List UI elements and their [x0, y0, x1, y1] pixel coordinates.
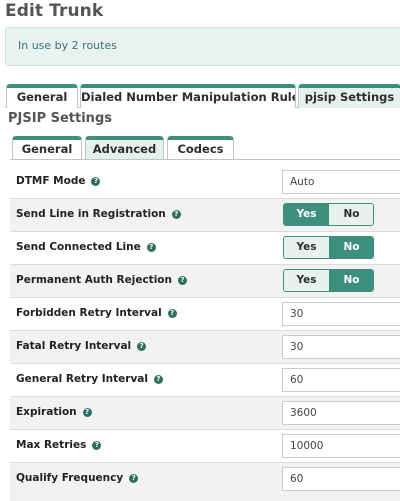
subtab-advanced[interactable]: Advanced [85, 136, 164, 159]
help-icon[interactable]: ? [171, 210, 181, 219]
setting-label: Qualify Frequency? [16, 472, 139, 484]
help-icon[interactable]: ? [92, 441, 102, 450]
expiration-input[interactable]: 3600 [282, 401, 400, 425]
usage-notice: In use by 2 routes [5, 27, 400, 66]
send-connected-line-toggle: Yes No [283, 236, 374, 259]
setting-row-permanent-auth-rejection: Permanent Auth Rejection? Yes No [10, 265, 400, 298]
no-option[interactable]: No [329, 270, 373, 291]
setting-row-send-line-in-registration: Send Line in Registration? Yes No [10, 199, 400, 232]
subtab-codecs[interactable]: Codecs [167, 136, 234, 159]
inner-tabs-divider [10, 159, 400, 160]
help-icon[interactable]: ? [82, 408, 92, 417]
setting-label: Send Connected Line? [16, 241, 156, 253]
general-retry-interval-input[interactable]: 60 [282, 368, 400, 392]
yes-option[interactable]: Yes [284, 270, 330, 291]
tab-dialed-number-manipulation-rules[interactable]: Dialed Number Manipulation Rules [80, 84, 296, 108]
setting-label: Forbidden Retry Interval? [16, 307, 177, 319]
no-option[interactable]: No [329, 237, 373, 258]
setting-label: Fatal Retry Interval? [16, 340, 147, 352]
help-icon[interactable]: ? [146, 243, 156, 252]
setting-label: Max Retries? [16, 439, 102, 451]
setting-row-forbidden-retry-interval: Forbidden Retry Interval? 30 [10, 298, 400, 331]
help-icon[interactable]: ? [167, 309, 177, 318]
setting-label: Permanent Auth Rejection? [16, 274, 187, 286]
fatal-retry-interval-input[interactable]: 30 [282, 335, 400, 359]
setting-label: Expiration? [16, 406, 92, 418]
section-heading: PJSIP Settings [8, 111, 112, 126]
setting-row-qualify-frequency: Qualify Frequency? 60 [10, 463, 400, 501]
setting-label: DTMF Mode? [16, 175, 101, 187]
help-icon[interactable]: ? [91, 177, 101, 186]
help-icon[interactable]: ? [137, 342, 147, 351]
no-option[interactable]: No [329, 204, 373, 225]
help-icon[interactable]: ? [129, 474, 139, 483]
max-retries-input[interactable]: 10000 [282, 434, 400, 458]
permanent-auth-rejection-toggle: Yes No [283, 269, 374, 292]
setting-row-general-retry-interval: General Retry Interval? 60 [10, 364, 400, 397]
tab-pjsip-settings[interactable]: pjsip Settings [298, 84, 400, 108]
page-title: Edit Trunk [5, 1, 104, 21]
setting-row-max-retries: Max Retries? 10000 [10, 430, 400, 463]
qualify-frequency-input[interactable]: 60 [282, 467, 400, 491]
dtmf-mode-select[interactable]: Auto [282, 170, 400, 194]
usage-notice-text: In use by 2 routes [18, 39, 117, 52]
yes-option[interactable]: Yes [284, 204, 330, 225]
subtab-general[interactable]: General [12, 136, 82, 159]
setting-row-dtmf-mode: DTMF Mode? Auto [10, 166, 400, 199]
send-line-in-registration-toggle: Yes No [283, 203, 374, 226]
help-icon[interactable]: ? [177, 276, 187, 285]
tab-general[interactable]: General [6, 84, 78, 108]
setting-row-fatal-retry-interval: Fatal Retry Interval? 30 [10, 331, 400, 364]
setting-row-expiration: Expiration? 3600 [10, 397, 400, 430]
setting-label: Send Line in Registration? [16, 208, 181, 220]
setting-row-send-connected-line: Send Connected Line? Yes No [10, 232, 400, 265]
yes-option[interactable]: Yes [284, 237, 330, 258]
help-icon[interactable]: ? [154, 375, 163, 384]
setting-label: General Retry Interval? [16, 373, 163, 385]
forbidden-retry-interval-input[interactable]: 30 [282, 302, 400, 326]
